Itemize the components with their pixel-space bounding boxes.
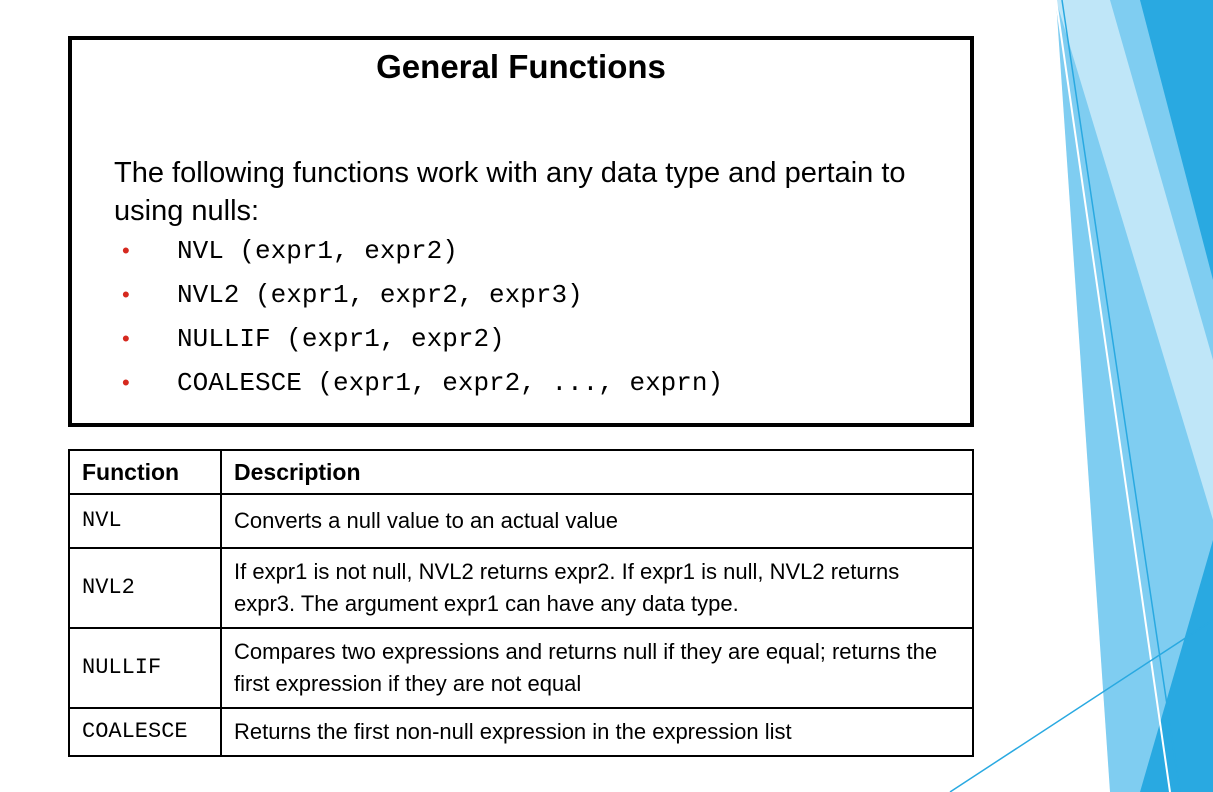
column-header-function: Function — [68, 449, 222, 495]
bullet-text: NULLIF (expr1, expr2) — [177, 324, 505, 354]
slide-title: General Functions — [376, 48, 666, 85]
function-description-cell: Converts a null value to an actual value — [220, 493, 974, 549]
general-functions-box: General Functions The following function… — [68, 36, 974, 427]
bullet-icon: • — [122, 370, 130, 395]
functions-table: Function Description NVL Converts a null… — [68, 449, 974, 757]
intro-text: The following functions work with any da… — [114, 157, 906, 227]
column-header-description: Description — [220, 449, 974, 495]
bullet-text: NVL2 (expr1, expr2, expr3) — [177, 280, 583, 310]
bullet-text: NVL (expr1, expr2) — [177, 236, 458, 266]
bullet-icon: • — [122, 326, 130, 351]
function-description-cell: Returns the first non-null expression in… — [220, 707, 974, 757]
table-row: NVL Converts a null value to an actual v… — [68, 493, 974, 549]
table-row: NVL2 If expr1 is not null, NVL2 returns … — [68, 547, 974, 629]
table-row: COALESCE Returns the first non-null expr… — [68, 707, 974, 757]
bullet-icon: • — [122, 238, 130, 263]
function-description-cell: If expr1 is not null, NVL2 returns expr2… — [220, 547, 974, 629]
table-header-row: Function Description — [68, 449, 974, 495]
bullet-text: COALESCE (expr1, expr2, ..., exprn) — [177, 368, 724, 398]
bullet-icon: • — [122, 282, 130, 307]
table-row: NULLIF Compares two expressions and retu… — [68, 627, 974, 709]
function-description-cell: Compares two expressions and returns nul… — [220, 627, 974, 709]
function-name-cell: COALESCE — [68, 707, 222, 757]
function-name-cell: NULLIF — [68, 627, 222, 709]
function-name-cell: NVL — [68, 493, 222, 549]
function-name-cell: NVL2 — [68, 547, 222, 629]
